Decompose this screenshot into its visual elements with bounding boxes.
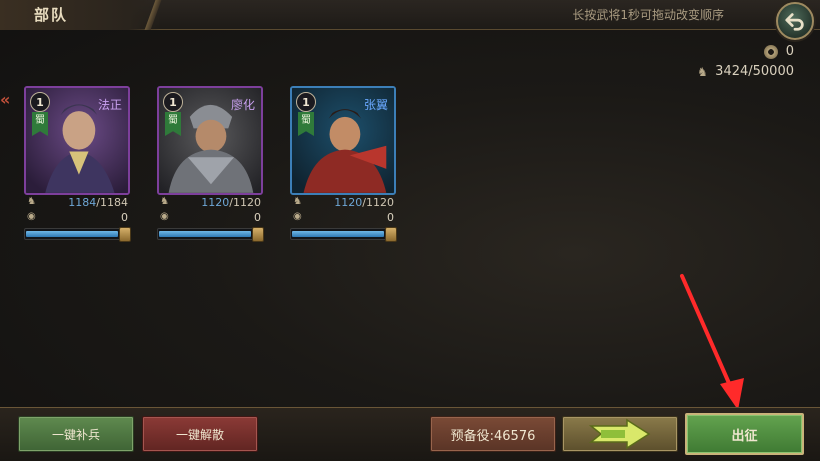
general-card-liaohua[interactable]: 1 蜀 廖化 ♞ 1120/1120 ◉ 0 <box>157 86 264 242</box>
troop-count: 3424/50000 <box>715 64 794 79</box>
soldier-icon: ♞ <box>27 196 36 207</box>
coin-icon: ◉ <box>293 211 302 222</box>
back-button[interactable] <box>776 2 814 40</box>
troops-row: ♞ 1184/1184 <box>24 196 130 210</box>
troop-slider-fill <box>26 231 118 237</box>
slider-handle[interactable] <box>252 227 264 242</box>
troop-slider[interactable] <box>290 227 397 242</box>
level-badge: 1 <box>163 92 183 112</box>
general-portrait[interactable]: 1 蜀 张翼 <box>290 86 396 195</box>
troops-current: 1184 <box>68 196 97 209</box>
troops-current: 1120 <box>201 196 230 209</box>
troop-slider[interactable] <box>157 227 264 242</box>
troop-resource: ♞ 3424/50000 <box>697 64 794 79</box>
troops-current: 1120 <box>334 196 363 209</box>
general-name: 张翼 <box>363 98 388 112</box>
troops-max: /1120 <box>229 196 261 209</box>
drag-hint-text: 长按武将1秒可拖动改变顺序 <box>572 8 724 22</box>
annotation-arrow <box>680 274 744 410</box>
coin-row: ◉ 0 <box>157 211 263 225</box>
scroll-left-icon[interactable]: « <box>0 90 10 109</box>
troops-row: ♞ 1120/1120 <box>157 196 263 210</box>
coin-icon: ◉ <box>27 211 36 222</box>
march-button[interactable]: 出征 <box>685 413 804 455</box>
replenish-all-button[interactable]: 一键补兵 <box>18 416 134 452</box>
coin-count: 0 <box>785 44 794 59</box>
general-card-zhangyi[interactable]: 1 蜀 张翼 ♞ 1120/1120 ◉ 0 <box>290 86 397 242</box>
coin-value: 0 <box>121 211 128 224</box>
soldier-icon: ♞ <box>697 64 708 79</box>
reserve-troops-display: 预备役:46576 <box>430 416 556 452</box>
page-title: 部队 <box>34 6 69 24</box>
coin-value: 0 <box>254 211 261 224</box>
troops-row: ♞ 1120/1120 <box>290 196 396 210</box>
coin-icon <box>763 44 778 59</box>
troop-slider-fill <box>159 231 251 237</box>
slider-handle[interactable] <box>119 227 131 242</box>
soldier-icon: ♞ <box>293 196 302 207</box>
soldier-icon: ♞ <box>160 196 169 207</box>
back-arrow-icon <box>785 13 804 31</box>
coin-resource: 0 <box>763 44 794 59</box>
arrow-button[interactable] <box>562 416 678 452</box>
general-name: 廖化 <box>230 98 255 112</box>
troops-max: /1120 <box>362 196 394 209</box>
top-header: 部队 长按武将1秒可拖动改变顺序 <box>0 0 820 30</box>
disband-all-button[interactable]: 一键解散 <box>142 416 258 452</box>
troop-slider-fill <box>292 231 384 237</box>
general-portrait[interactable]: 1 蜀 法正 <box>24 86 130 195</box>
general-portrait[interactable]: 1 蜀 廖化 <box>157 86 263 195</box>
coin-row: ◉ 0 <box>290 211 396 225</box>
general-name: 法正 <box>97 98 122 112</box>
slider-handle[interactable] <box>385 227 397 242</box>
title-plate: 部队 <box>0 0 160 30</box>
level-badge: 1 <box>30 92 50 112</box>
troops-max: /1184 <box>96 196 128 209</box>
coin-value: 0 <box>387 211 394 224</box>
level-badge: 1 <box>296 92 316 112</box>
troop-slider[interactable] <box>24 227 131 242</box>
coin-icon: ◉ <box>160 211 169 222</box>
forward-arrow-icon <box>588 418 651 450</box>
coin-row: ◉ 0 <box>24 211 130 225</box>
general-card-fazheng[interactable]: 1 蜀 法正 ♞ 1184/1184 ◉ 0 <box>24 86 131 242</box>
